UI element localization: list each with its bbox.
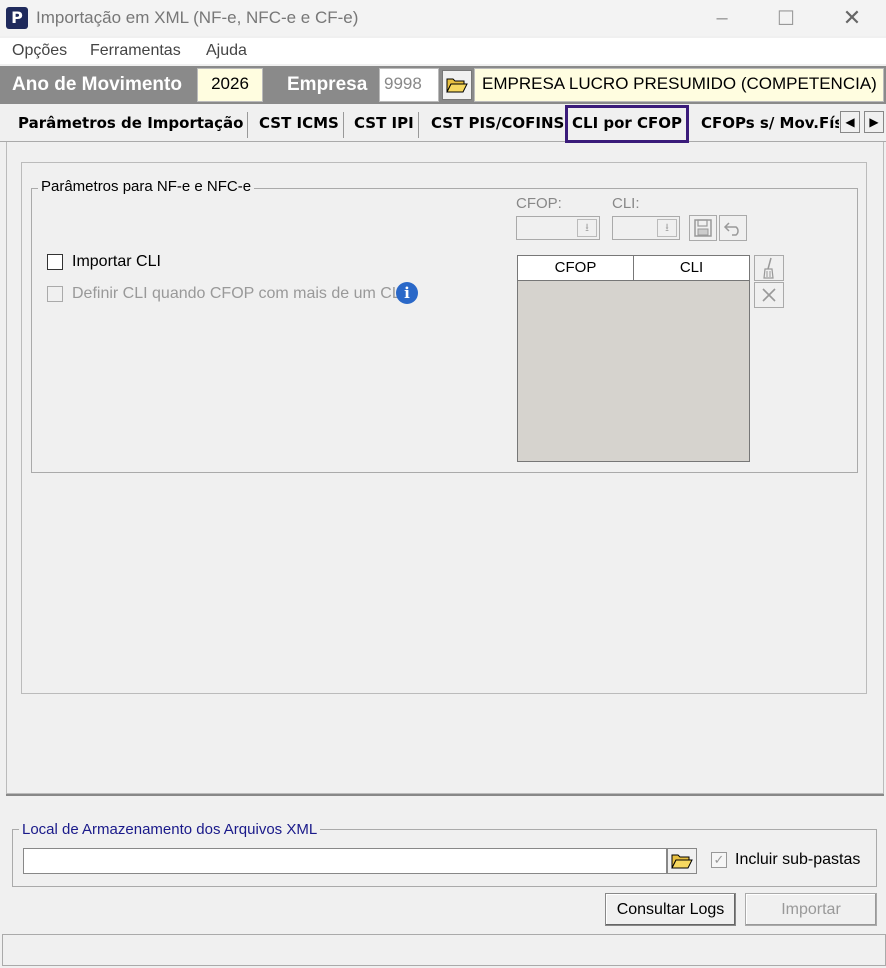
cli-combo[interactable]: ⭳ [612,216,680,240]
tab-cli-por-cfop[interactable]: CLI por CFOP [565,105,690,143]
empresa-name-field: EMPRESA LUCRO PRESUMIDO (COMPETENCIA) [474,68,884,102]
header-strip: Ano de Movimento 2026 Empresa 9998 EMPRE… [0,66,886,104]
close-button[interactable]: ✕ [822,0,882,36]
cfop-cli-grid[interactable]: CFOP CLI [517,255,750,462]
delete-x-icon [762,288,776,302]
menu-opcoes[interactable]: Opções [12,42,67,60]
app-icon: P [6,7,28,29]
grid-col-cli[interactable]: CLI [634,256,749,280]
open-folder-button[interactable] [442,70,472,100]
ano-field[interactable]: 2026 [197,68,263,102]
dropdown-arrow-icon: ⭳ [577,219,597,237]
nfe-params-legend: Parâmetros para NF-e e NFC-e [38,178,255,195]
maximize-button[interactable]: ☐ [756,0,816,36]
importar-cli-label: Importar CLI [72,253,161,270]
menu-ajuda[interactable]: Ajuda [206,42,247,60]
tab-bar: Parâmetros de Importação CST ICMS CST IP… [0,104,886,143]
empresa-label: Empresa [287,74,368,95]
undo-button[interactable] [719,215,747,241]
definir-cli-checkbox[interactable] [47,286,63,302]
broom-icon [763,257,774,279]
folder-open-icon [446,78,468,93]
undo-icon [723,222,739,236]
grid-header: CFOP CLI [518,256,749,281]
storage-legend: Local de Armazenamento dos Arquivos XML [19,821,321,838]
save-button[interactable] [689,215,717,241]
tab-cfops-sem-mov[interactable]: CFOPs s/ Mov.Fís [697,112,839,138]
status-bar [2,934,886,966]
empresa-code-field[interactable]: 9998 [379,68,439,102]
xml-path-input[interactable] [23,848,667,874]
divider [6,794,884,796]
include-subfolders-checkbox[interactable]: ✓ [711,852,727,868]
consultar-logs-button[interactable]: Consultar Logs [605,893,736,926]
tab-scroll-left-icon[interactable]: ◀ [840,111,860,133]
importar-cli-checkbox[interactable] [47,254,63,270]
minimize-button[interactable]: – [692,0,752,36]
importar-button[interactable]: Importar [745,893,877,926]
cfop-label: CFOP: [516,195,562,212]
tab-cst-pis-cofins[interactable]: CST PIS/COFINS [427,112,570,138]
info-icon[interactable]: i [396,282,418,304]
delete-button[interactable] [754,282,784,308]
tab-parametros-importacao[interactable]: Parâmetros de Importação [14,112,249,138]
tab-scroll-right-icon[interactable]: ▶ [864,111,884,133]
title-bar: P Importação em XML (NF-e, NFC-e e CF-e)… [0,0,886,36]
folder-open-icon [671,854,693,869]
ano-label: Ano de Movimento [12,74,182,95]
cli-label: CLI: [612,195,640,212]
definir-cli-label: Definir CLI quando CFOP com mais de um C… [72,285,406,302]
save-icon [694,219,712,237]
include-subfolders-label: Incluir sub-pastas [735,851,861,868]
window-title: Importação em XML (NF-e, NFC-e e CF-e) [36,8,359,27]
menu-bar: Opções Ferramentas Ajuda [0,38,886,64]
tab-cst-ipi[interactable]: CST IPI [350,112,419,138]
dropdown-arrow-icon: ⭳ [657,219,677,237]
clear-button[interactable] [754,255,784,281]
cfop-combo[interactable]: ⭳ [516,216,600,240]
browse-folder-button[interactable] [667,848,697,874]
menu-ferramentas[interactable]: Ferramentas [90,42,181,60]
tab-cst-icms[interactable]: CST ICMS [255,112,344,138]
grid-col-cfop[interactable]: CFOP [518,256,634,280]
